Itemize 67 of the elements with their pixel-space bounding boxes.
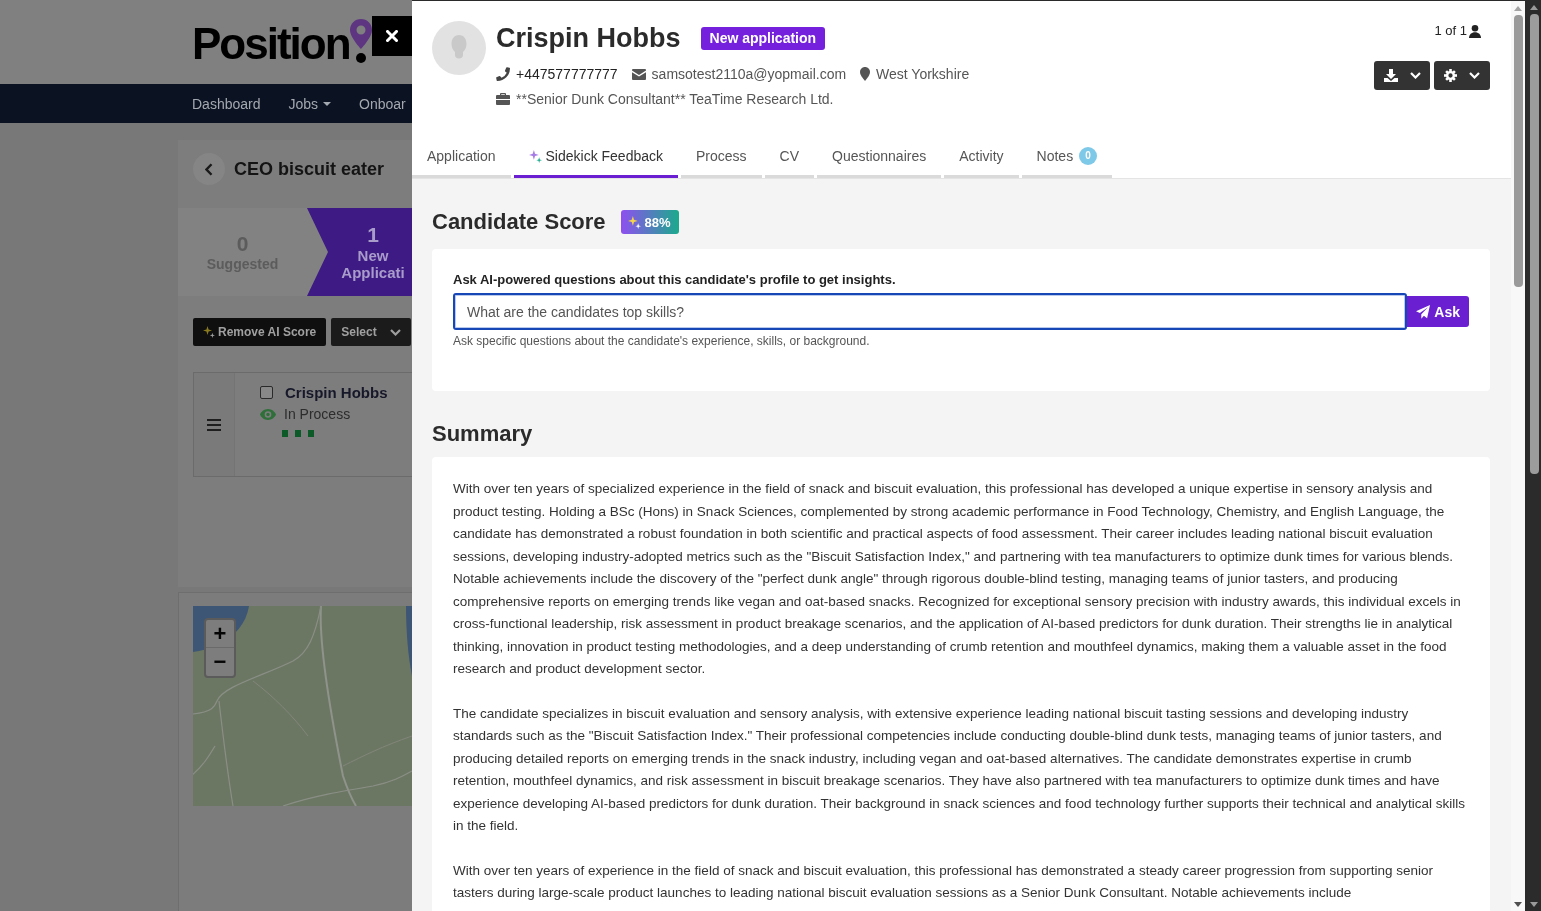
candidate-name: Crispin Hobbs [496, 22, 681, 55]
download-menu-button[interactable] [1374, 61, 1430, 90]
candidate-name[interactable]: Crispin Hobbs [285, 384, 388, 401]
summary-paragraph: The candidate specializes in biscuit evaluation and sensory analysis, with extensive experience leading national biscuit tasting sessions and developing industry standards such as the "Biscuit Satisfaction Index." Their professional competencies include conducting double-blind dunk tests, managing teams of junior tasters, and producing detailed reports on emerging trends in the snack industry, including vegan and oat-based alternatives. The candidate demonstrates expertise in crumb retention, mouthfeel dynamics, and risk assessment in biscuit breakage scenarios. They have also partnered with tea manufacturers to optimize dunk times and have experience developing AI-based predictors for dunk duration. Their background in snack sciences and food technology further supports their technical and analytical skills in the field. [453, 704, 1467, 835]
tab[interactable]: Process [681, 134, 762, 178]
email-address: samsotest2110a@yopmail.com [651, 65, 847, 83]
question-input[interactable]: What are the candidates top skills? [453, 293, 1408, 330]
pager-text: 1 of 1 [1434, 23, 1467, 39]
scrollbar[interactable] [1527, 0, 1541, 911]
chevron-left-icon [205, 162, 213, 176]
settings-menu-button[interactable] [1434, 61, 1490, 90]
tab[interactable]: CV [764, 134, 815, 178]
map-marker-icon [860, 67, 871, 81]
nav-link[interactable]: Jobs [288, 95, 332, 112]
tab[interactable]: Application [412, 134, 511, 178]
progress-squares-icon [282, 430, 314, 437]
ask-button[interactable]: Ask [1407, 296, 1469, 327]
briefcase-icon [496, 93, 510, 105]
phone-number: +447577777777 [516, 65, 618, 83]
chevron-down-icon [390, 328, 402, 336]
hamburger-icon [207, 418, 221, 431]
logo-text: Position [192, 22, 350, 66]
phone-icon [496, 67, 510, 81]
status-badge: New application [700, 27, 826, 50]
pin-icon [349, 19, 372, 63]
scrollbar[interactable] [1511, 1, 1527, 911]
sparkle-icon [203, 326, 215, 338]
count-badge: 0 [1079, 147, 1098, 165]
job-position: **Senior Dunk Consultant** TeaTime Research Ltd. [516, 90, 834, 108]
zoom-out-button[interactable]: − [206, 648, 234, 676]
close-icon [386, 30, 398, 42]
field-label: Ask AI-powered questions about this candidate's profile to get insights. [453, 271, 897, 288]
scrollbar-thumb[interactable] [1513, 15, 1523, 287]
select-button[interactable]: Select [331, 318, 412, 346]
score-value: 88% [644, 214, 671, 230]
summary-paragraph: With over ten years of experience in the field of snack and biscuit evaluation, this professional has demonstrated a steady career progression from supporting senior tasters during large-scale product launches to leading national biscuit evaluation sessions as a Senior Dunk Consultant. Notable achievements include [453, 861, 1435, 902]
download-icon [1383, 69, 1398, 82]
remove-score-button[interactable]: Remove AI Score [193, 318, 327, 346]
tab[interactable]: Questionnaires [817, 134, 942, 178]
back-button[interactable] [193, 153, 225, 185]
tab[interactable]: Sidekick Feedback [513, 134, 678, 178]
tab[interactable]: Notes 0 [1021, 134, 1113, 178]
sparkle-icon [627, 215, 641, 229]
section-title: Summary [432, 420, 534, 448]
chevron-down-icon [1469, 72, 1480, 79]
tab[interactable]: Activity [944, 134, 1019, 178]
gear-icon [1444, 69, 1457, 82]
scrollbar-thumb[interactable] [1529, 14, 1539, 474]
sparkle-icon [528, 149, 542, 163]
job-title: CEO biscuit eater [234, 158, 385, 180]
close-button[interactable] [372, 16, 412, 56]
nav-link[interactable]: Dashboard [192, 95, 261, 112]
paper-plane-icon [1416, 304, 1431, 319]
section-title: Candidate Score [432, 208, 606, 236]
envelope-icon [631, 68, 646, 80]
eye-icon [260, 408, 276, 420]
location-text: West Yorkshire [876, 65, 970, 83]
summary-paragraph: With over ten years of specialized experience in the field of snack and biscuit evaluation, this professional has developed a unique expertise in sensory analysis and product testing. Holding a BSc (Hons) in Snack Sciences, complemented by strong academic performance in Food Technology, Chemistry, and English Language, the candidate has demonstrated a robust foundation in both scientific and practical aspects of food assessment. Their career includes leading national biscuit evaluation sessions, developing industry-adopted metrics such as the "Biscuit Satisfaction Index," and partnering with tea manufacturers to optimize dunk times for various blends. Notable achievements include the discovery of the "perfect dunk angle" through rigorous double-blind testing, managing teams of junior tasters, and producing comprehensive reports on emerging trends like vegan and oat-based snacks. Recognized for exceptional sensory precision with industry awards, this individual excels in cross-functional leadership, risk assessment in product breakage scenarios, and the application of AI-based predictors for dunk duration. Their strengths lie in analytical thinking, innovation in product testing methodologies, and a deep understanding of crumb retention and mouthfeel dynamics, making them a valuable asset in the food research and product development sector. [453, 480, 1462, 678]
avatar-icon [432, 21, 486, 75]
checkbox[interactable] [260, 386, 273, 399]
user-icon [1469, 24, 1481, 38]
nav-link[interactable]: Onboar [359, 95, 406, 112]
caret-icon [323, 101, 332, 106]
status-text: In Process [284, 406, 351, 422]
help-text: Ask specific questions about the candidate's experience, skills, or background. [453, 334, 871, 349]
chevron-down-icon [1409, 72, 1421, 79]
stage-tab[interactable]: 1 New Applicati [307, 208, 412, 296]
